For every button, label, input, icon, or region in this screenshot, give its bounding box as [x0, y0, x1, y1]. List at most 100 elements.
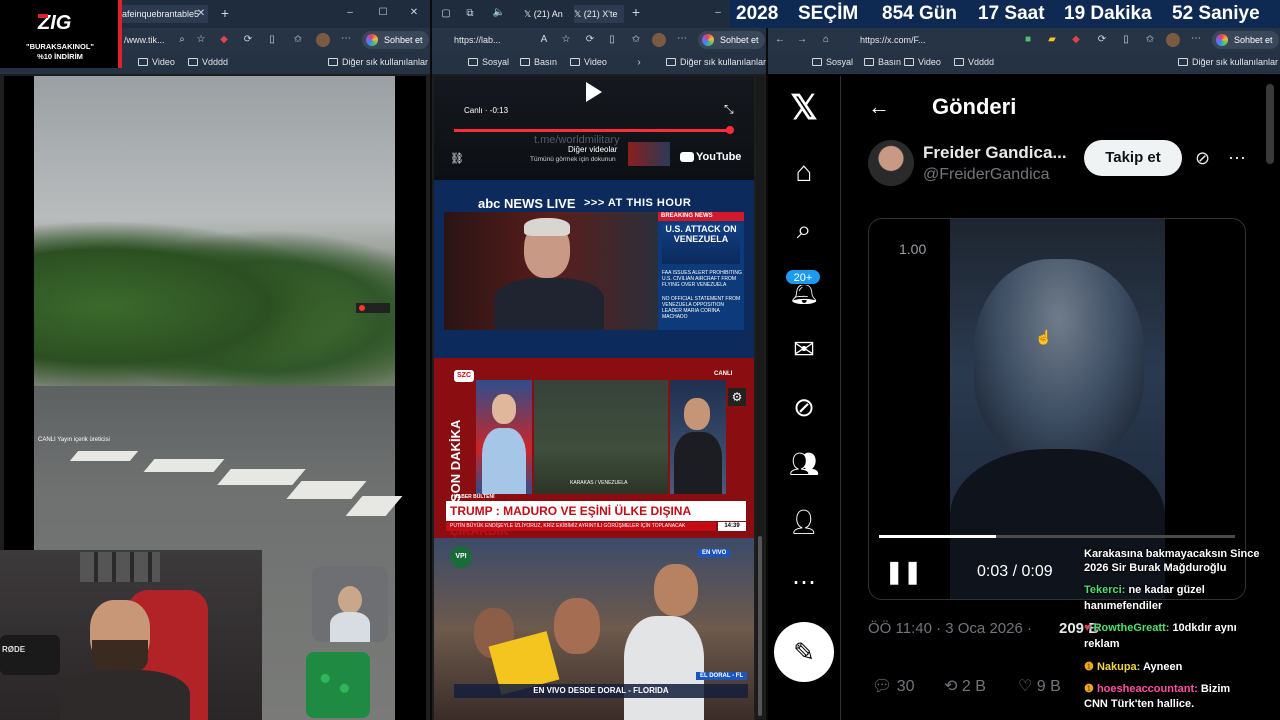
reply-button[interactable]: 💬︎ 30: [872, 676, 915, 696]
refresh-icon[interactable]: ⟳: [242, 34, 254, 46]
minimize-icon[interactable]: –: [344, 7, 356, 19]
more-icon[interactable]: ⋯: [1228, 148, 1246, 169]
tab-tiktok[interactable]: afeinquebrantable5: [118, 5, 208, 23]
bookmark-basin[interactable]: Basın: [864, 57, 901, 67]
url-field[interactable]: /www.tik...: [124, 32, 174, 48]
youtube-logo-icon[interactable]: [680, 152, 694, 162]
profile-avatar[interactable]: [652, 33, 666, 47]
more-icon[interactable]: ⋯: [340, 33, 352, 45]
bookmark-video[interactable]: Video: [138, 57, 175, 67]
scrollbar-thumb[interactable]: [758, 536, 762, 716]
favorites-icon[interactable]: ✩: [630, 34, 642, 46]
search-icon[interactable]: ⌕: [770, 214, 838, 246]
author-name[interactable]: Freider Gandica...: [923, 143, 1067, 163]
x-logo-icon[interactable]: 𝕏: [770, 88, 838, 128]
close-window-icon[interactable]: ✕: [408, 7, 420, 19]
compose-post-button[interactable]: ✎: [774, 622, 834, 682]
link-icon[interactable]: ⛓: [450, 152, 464, 165]
folder-icon: [812, 58, 822, 66]
post-timestamp[interactable]: ÖÖ 11:40 · 3 Oca 2026 ·: [868, 620, 1032, 637]
extension-icon[interactable]: ■: [1022, 34, 1034, 46]
caracas-cam: KARAKAS / VENEZUELA: [534, 380, 668, 494]
copilot-button[interactable]: Sohbet et: [1212, 31, 1279, 49]
progress-thumb[interactable]: [726, 126, 734, 134]
more-videos-label[interactable]: Diğer videolar: [568, 145, 617, 154]
more-videos-thumbnail[interactable]: [628, 142, 670, 166]
folder-icon: [1178, 58, 1188, 66]
more-options-icon[interactable]: ⋯: [770, 568, 838, 597]
grok-icon[interactable]: ⊘: [770, 392, 838, 423]
bookmark-sosyal[interactable]: Sosyal: [468, 57, 509, 67]
home-icon[interactable]: ⌂: [770, 156, 838, 188]
follow-button[interactable]: Takip et: [1084, 140, 1182, 176]
favorite-star-icon[interactable]: ☆: [195, 34, 207, 46]
bookmark-other[interactable]: Diğer sık kullanılanlar: [666, 57, 766, 67]
bookmark-basin[interactable]: Basın: [520, 57, 557, 67]
refresh-icon[interactable]: ⟳: [584, 34, 596, 46]
new-tab-icon[interactable]: +: [219, 6, 231, 20]
workspaces-icon[interactable]: ▢: [440, 8, 452, 20]
chevron-right-icon[interactable]: ›: [634, 57, 644, 69]
abc-news-stream[interactable]: abc NEWS LIVE >>> AT THIS HOUR BREAKING …: [434, 180, 754, 358]
youtube-player[interactable]: Canlı · -0:13 ⤡ t.me/worldmilitary ⛓ Diğ…: [434, 76, 754, 180]
author-handle[interactable]: @FreiderGandica: [923, 166, 1050, 184]
new-tab-icon[interactable]: +: [630, 5, 642, 19]
x-scrollbar[interactable]: [1266, 84, 1274, 164]
favorites-icon[interactable]: ✩: [292, 34, 304, 46]
profile-icon[interactable]: 👤︎: [770, 508, 838, 537]
bookmark-video[interactable]: Video: [570, 57, 607, 67]
profile-avatar[interactable]: [316, 33, 330, 47]
tab-actions-icon[interactable]: ⧉: [464, 8, 476, 20]
scrollbar[interactable]: [756, 76, 764, 720]
more-icon[interactable]: ⋯: [1190, 33, 1202, 45]
like-button[interactable]: ♡ 9 B: [1018, 676, 1061, 696]
bookmark-sosyal[interactable]: Sosyal: [812, 57, 853, 67]
bookmark-other[interactable]: Diğer sık kullanılanlar: [328, 57, 428, 67]
more-icon[interactable]: ⋯: [676, 33, 688, 45]
close-tab-icon[interactable]: ✕: [196, 8, 206, 20]
bookmark-vdddd[interactable]: Vdddd: [954, 57, 994, 67]
home-icon[interactable]: ⌂: [820, 34, 832, 46]
bookmark-vdddd[interactable]: Vdddd: [188, 57, 228, 67]
favorites-icon[interactable]: ✩: [1144, 34, 1156, 46]
profile-avatar[interactable]: [1166, 33, 1180, 47]
repost-button[interactable]: ⟲ 2 B: [944, 676, 986, 696]
play-icon[interactable]: [586, 82, 602, 102]
favorite-star-icon[interactable]: ☆: [560, 34, 572, 46]
extension-icon[interactable]: ◆: [1070, 34, 1082, 46]
tab-x-1[interactable]: 𝕏 (21) An: [524, 5, 572, 23]
extension-icon[interactable]: ▰: [1046, 34, 1058, 46]
tab-x-2[interactable]: 𝕏 (21) X'te: [574, 5, 624, 23]
split-screen-icon[interactable]: ▯: [266, 34, 278, 46]
pause-icon[interactable]: ❚❚: [885, 559, 922, 585]
split-screen-icon[interactable]: ▯: [606, 34, 618, 46]
back-arrow-icon[interactable]: ←: [868, 94, 890, 120]
fullscreen-icon[interactable]: ⤡: [724, 102, 734, 117]
extension-icon[interactable]: ◆: [218, 34, 230, 46]
search-icon[interactable]: ⌕: [176, 34, 188, 46]
read-aloud-icon[interactable]: A: [538, 34, 550, 46]
minimize-icon[interactable]: –: [712, 7, 724, 19]
back-icon[interactable]: ←: [774, 34, 786, 46]
messages-icon[interactable]: ✉: [770, 334, 838, 365]
refresh-icon[interactable]: ⟳: [1096, 34, 1108, 46]
video-frame: [950, 219, 1165, 599]
copilot-button[interactable]: Sohbet et: [362, 31, 429, 49]
bookmark-video[interactable]: Video: [904, 57, 941, 67]
url-field[interactable]: https://lab...: [454, 32, 534, 48]
bookmark-other[interactable]: Diğer sık kullanılanlar: [1178, 57, 1278, 67]
post-video-player[interactable]: 1.00 ☝ ❚❚ 0:03 / 0:09: [868, 218, 1246, 600]
settings-gear-icon[interactable]: ⚙: [728, 388, 746, 406]
author-avatar[interactable]: [868, 140, 914, 186]
grok-icon[interactable]: ⊘: [1195, 148, 1210, 169]
forward-icon[interactable]: →: [796, 34, 808, 46]
url-field[interactable]: https://x.com/F...: [860, 32, 950, 48]
split-screen-icon[interactable]: ▯: [1120, 34, 1132, 46]
maximize-icon[interactable]: ☐: [377, 7, 389, 19]
communities-icon[interactable]: 👥︎: [770, 450, 838, 479]
vpi-news-stream[interactable]: VPI EN VIVO EL DORAL - FL EN VIVO DESDE …: [434, 538, 754, 720]
copilot-button[interactable]: Sohbet et: [698, 31, 765, 49]
speaker-icon[interactable]: 🔈: [492, 7, 506, 19]
szc-news-stream[interactable]: SZC CANLI ⚙ SON DAKİKA KARAKAS / VENEZUE…: [434, 358, 754, 538]
playback-speed[interactable]: 1.00: [899, 241, 926, 257]
